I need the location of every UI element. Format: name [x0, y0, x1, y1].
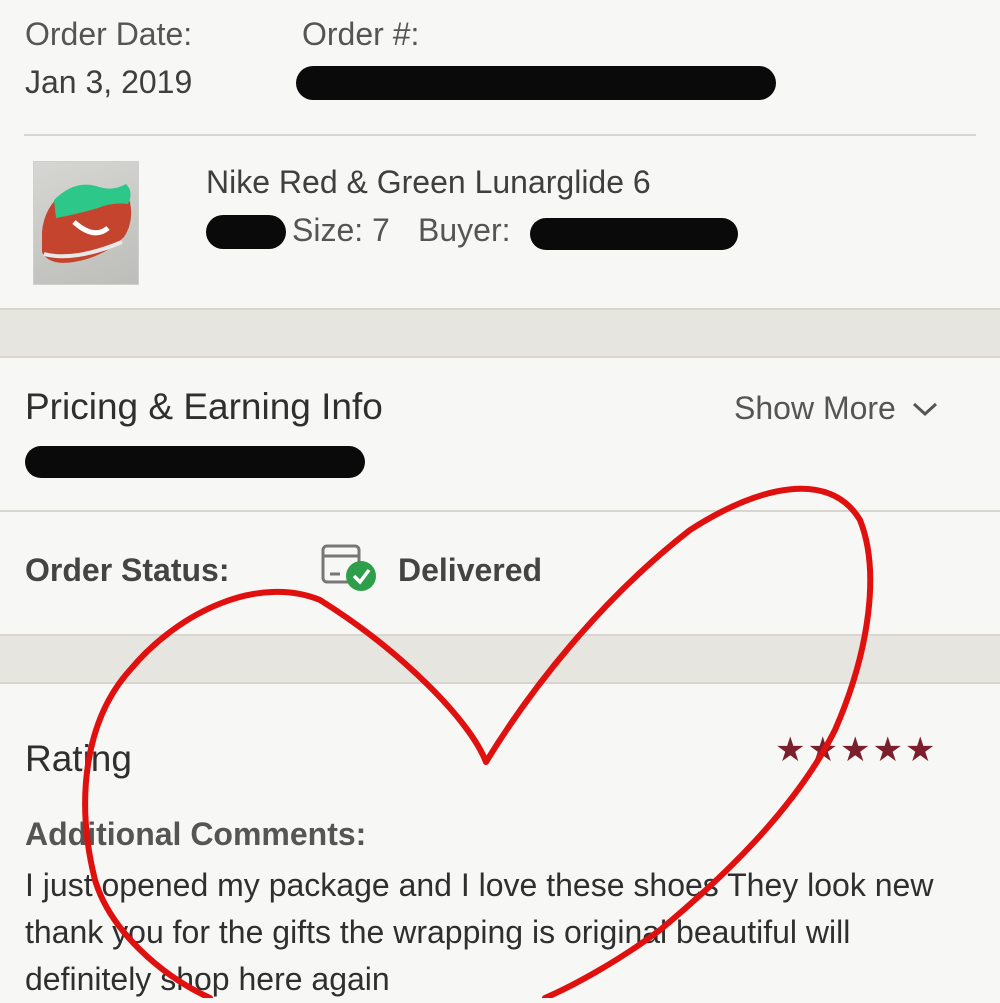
order-date-label: Order Date:	[25, 16, 193, 52]
star-icon: ★	[807, 731, 840, 769]
order-number-label: Order #:	[302, 16, 420, 52]
star-icon: ★	[904, 731, 938, 769]
section-separator	[0, 634, 1000, 684]
rating-heading: Rating	[25, 738, 132, 779]
redacted-item-info	[206, 215, 286, 249]
redacted-earnings	[25, 446, 365, 478]
order-status-label: Order Status:	[25, 552, 230, 588]
redacted-order-number	[296, 66, 776, 100]
show-more-button[interactable]: Show More	[734, 390, 940, 427]
divider	[0, 510, 1000, 512]
rating-stars: ★★★★★	[775, 730, 937, 770]
section-separator	[0, 308, 1000, 358]
item-thumbnail[interactable]	[33, 161, 139, 285]
star-icon: ★	[839, 731, 873, 769]
star-icon: ★	[872, 731, 905, 769]
redacted-buyer-name	[530, 218, 738, 250]
chevron-down-icon	[912, 402, 937, 416]
show-more-label: Show More	[734, 390, 896, 426]
divider	[0, 356, 1000, 358]
buyer-label: Buyer:	[418, 212, 511, 248]
package-delivered-icon	[320, 540, 380, 594]
item-size: Size: 7	[292, 212, 390, 248]
comment-text: I just opened my package and I love thes…	[25, 867, 934, 997]
pricing-heading: Pricing & Earning Info	[25, 386, 383, 427]
star-icon: ★	[775, 731, 808, 769]
sneaker-thumbnail-icon	[42, 184, 132, 263]
divider	[0, 634, 1000, 636]
item-title[interactable]: Nike Red & Green Lunarglide 6	[206, 164, 651, 201]
divider	[0, 682, 1000, 684]
order-status-value: Delivered	[398, 552, 543, 588]
divider	[0, 308, 1000, 310]
comments-label: Additional Comments:	[25, 816, 367, 852]
divider	[24, 134, 976, 136]
order-date-value: Jan 3, 2019	[25, 64, 193, 100]
